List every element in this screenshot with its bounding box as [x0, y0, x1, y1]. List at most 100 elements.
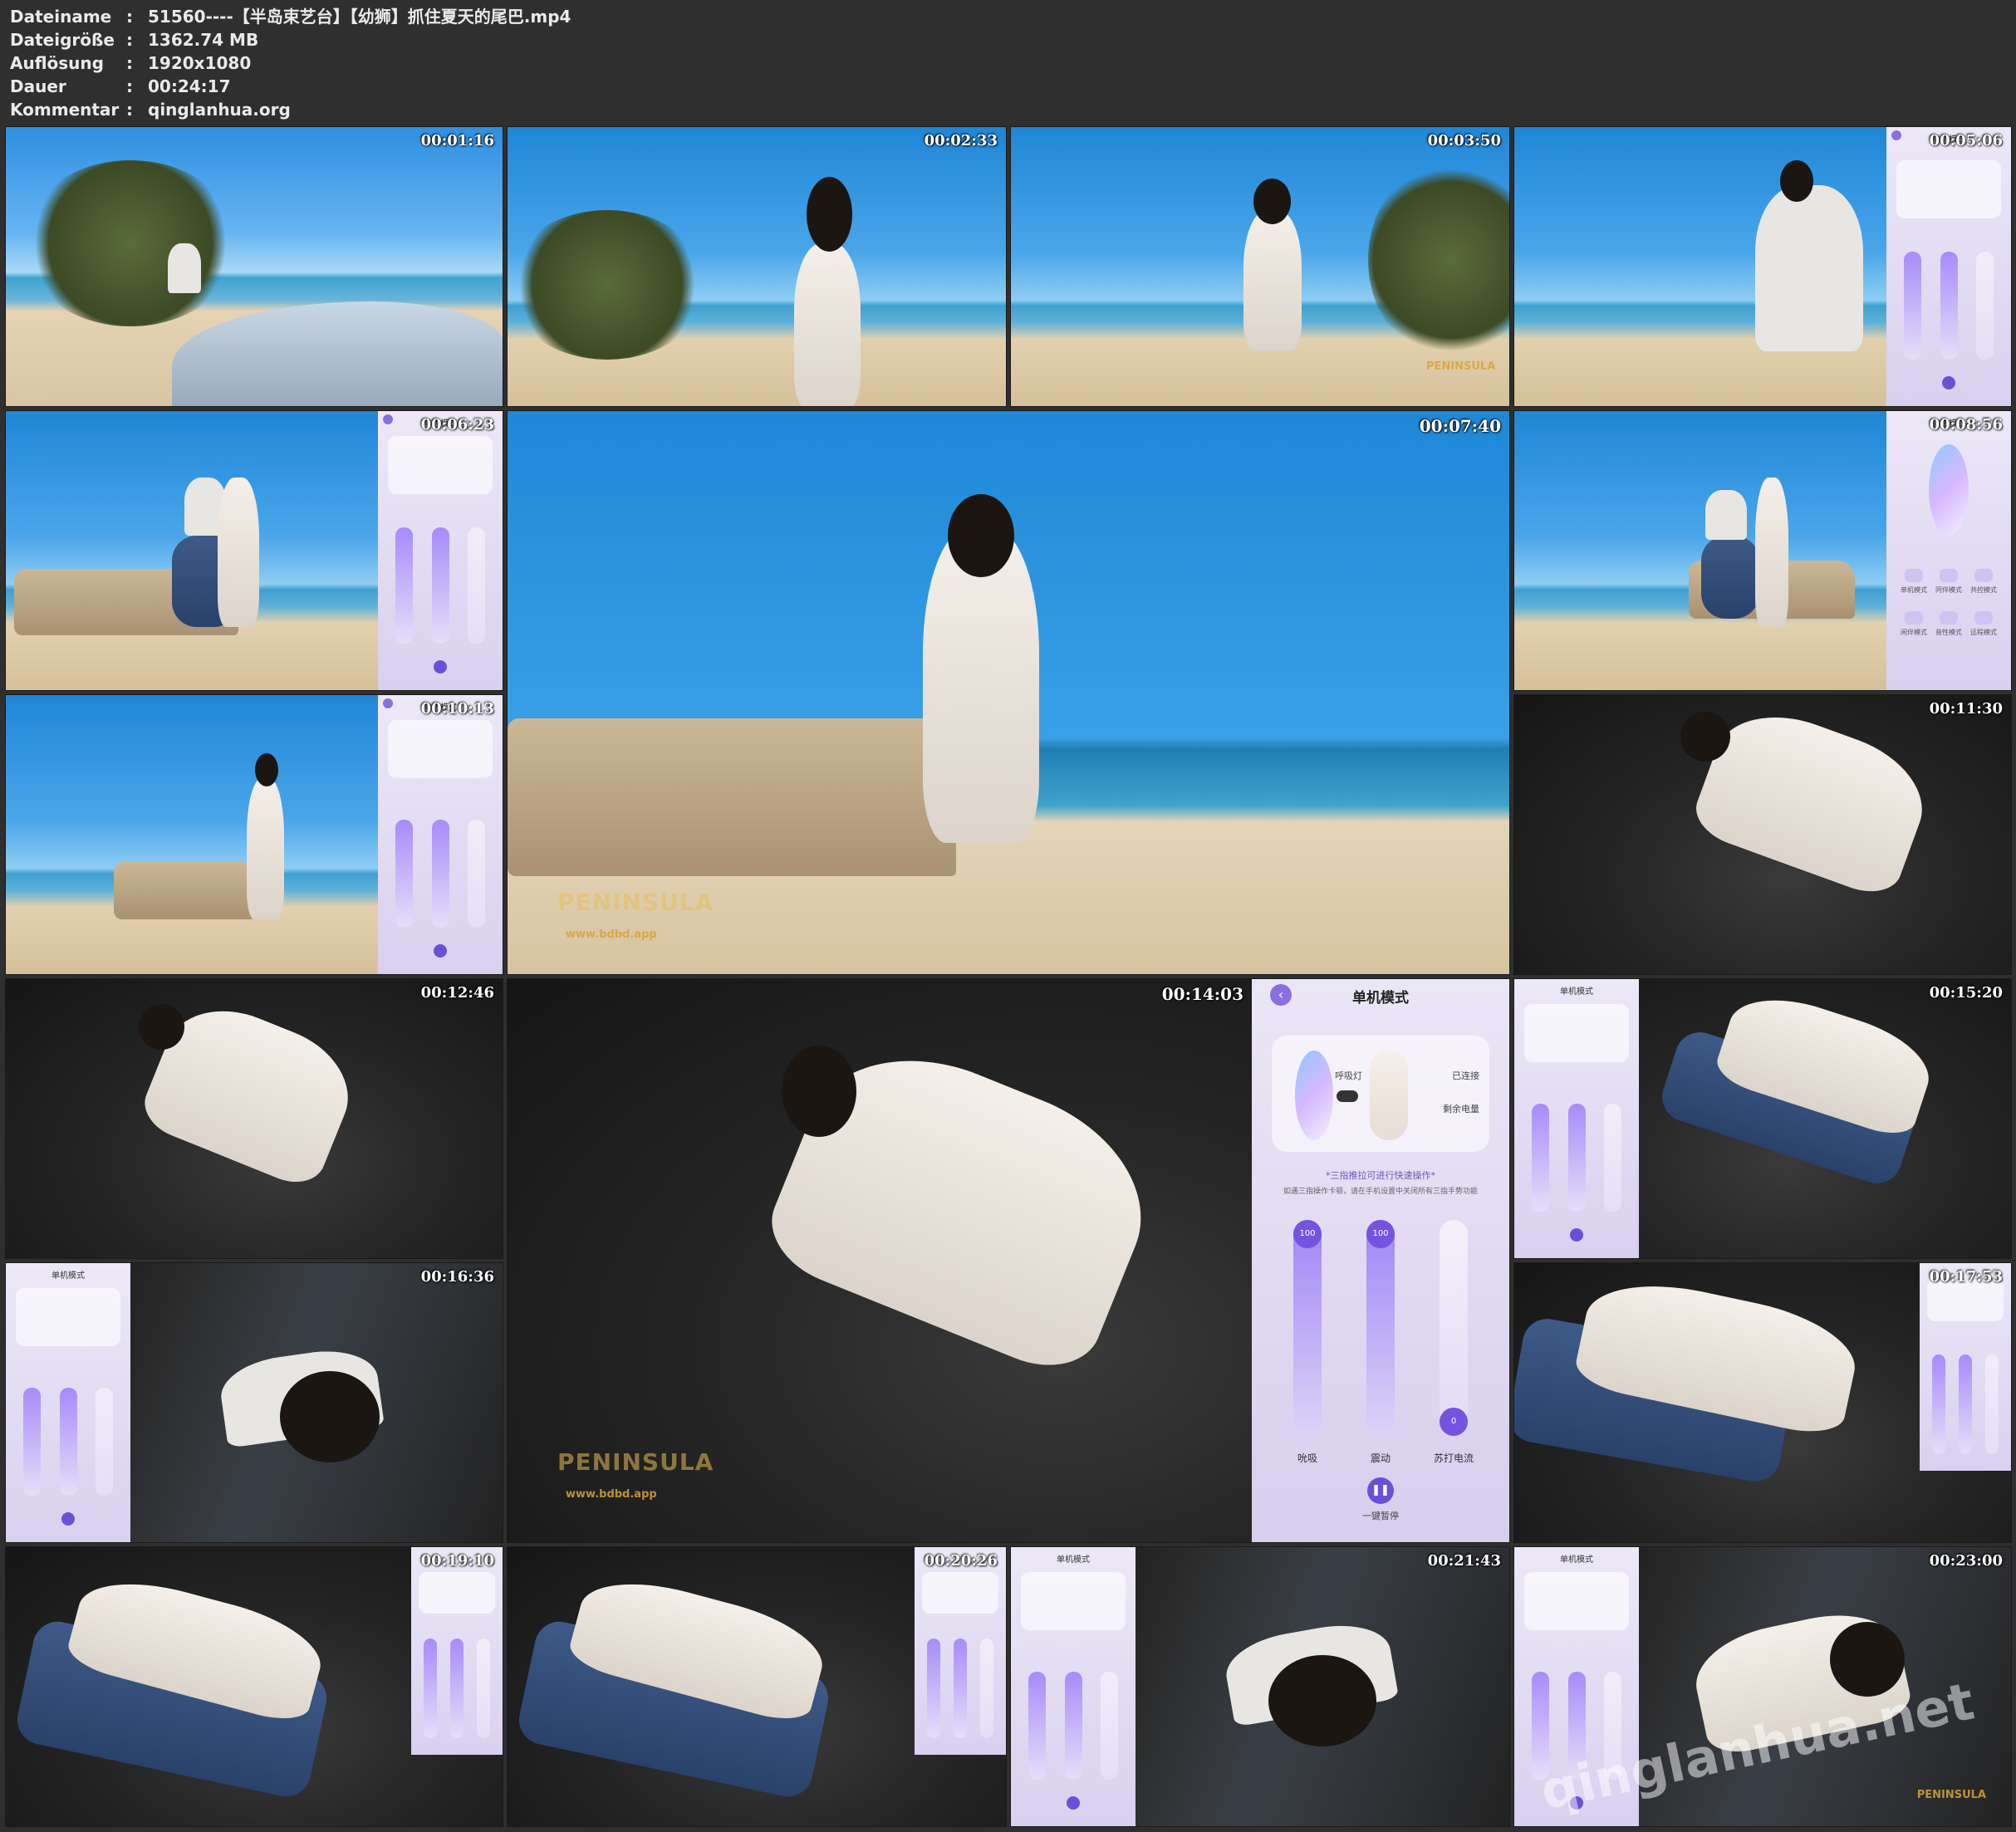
timestamp: 00:17:53	[1929, 1268, 2003, 1286]
slider-knob[interactable]: 100	[1366, 1220, 1395, 1248]
thumbnail-14[interactable]: 00:17:53	[1513, 1262, 2012, 1543]
thumbnail-11[interactable]: PENINSULA www.bdbd.app ‹ 单机模式 呼吸灯 已连接 剩余…	[507, 978, 1510, 1543]
device-card	[921, 1572, 999, 1614]
thumbnail-16[interactable]: 00:20:26	[507, 1546, 1007, 1827]
mode-icon	[1974, 569, 1993, 582]
slider-suction[interactable]	[395, 820, 413, 928]
device-card	[418, 1572, 496, 1614]
person-figure	[1755, 478, 1788, 627]
thumbnail-18[interactable]: 单机模式 PENINSULA qinglanhua.net 00:23:00	[1513, 1546, 2012, 1827]
mode-item[interactable]: 共控模式	[1966, 569, 2001, 595]
slider-vibration[interactable]: 100	[1366, 1220, 1395, 1436]
slider-current[interactable]	[1101, 1672, 1118, 1780]
thumbnail-15[interactable]: 00:19:10	[5, 1546, 503, 1827]
mode-icon	[1940, 569, 1958, 582]
slider-suction[interactable]	[424, 1639, 437, 1738]
slider-vibration[interactable]	[1567, 1104, 1586, 1212]
thumbnail-9[interactable]: 00:11:30	[1513, 694, 2012, 975]
pause-icon[interactable]: ❚❚	[1367, 1477, 1394, 1504]
slider-vibration[interactable]	[1940, 252, 1958, 360]
pause-icon[interactable]	[1570, 1228, 1583, 1242]
breath-light-label: 呼吸灯	[1335, 1070, 1362, 1081]
slider-suction[interactable]	[1532, 1104, 1549, 1212]
pause-icon[interactable]	[434, 660, 447, 674]
mode-item[interactable]: 远程模式	[1966, 611, 2001, 637]
slider-knob[interactable]: 0	[1440, 1408, 1468, 1436]
thumbnail-12[interactable]: 单机模式 00:15:20	[1513, 978, 2012, 1259]
mode-item[interactable]: 音性模式	[1931, 611, 1966, 637]
slider-suction[interactable]	[1932, 1354, 1945, 1454]
mode-item[interactable]: 闲伴模式	[1896, 611, 1931, 637]
thumbnail-1[interactable]: 00:01:16	[5, 126, 503, 407]
slider-current[interactable]	[477, 1639, 490, 1738]
info-value: qinglanhua.org	[148, 100, 291, 120]
thumbnail-10[interactable]: 00:12:46	[5, 978, 503, 1259]
info-value: 1362.74 MB	[148, 30, 259, 50]
timestamp: 00:21:43	[1427, 1552, 1501, 1570]
thumbnail-4[interactable]: 单机模式 00:05:06	[1513, 126, 2012, 407]
slider-vibration[interactable]	[450, 1639, 464, 1738]
slider-current[interactable]	[468, 527, 485, 644]
mode-label: 音性模式	[1935, 629, 1962, 636]
person-head	[280, 1371, 380, 1462]
pause-icon[interactable]	[1942, 376, 1955, 389]
slider-current[interactable]	[1985, 1354, 1999, 1454]
slider-current[interactable]: 0	[1440, 1220, 1468, 1436]
thumbnail-2[interactable]: 00:02:33	[507, 126, 1007, 407]
slider-vibration[interactable]	[1959, 1354, 1972, 1454]
mode-item[interactable]: 同伴模式	[1931, 569, 1966, 595]
mode-label: 共控模式	[1970, 586, 1997, 594]
timestamp: 00:15:20	[1929, 984, 2003, 1002]
slider-vibration[interactable]	[431, 527, 449, 644]
slider-current[interactable]	[980, 1639, 993, 1738]
thumbnail-5[interactable]: 单机模式 00:06:23	[5, 410, 503, 691]
slider-suction[interactable]	[927, 1639, 940, 1738]
device-card	[1524, 1004, 1629, 1062]
app-control-panel: 单机模式	[6, 1263, 130, 1542]
slider-suction[interactable]: 100	[1293, 1220, 1322, 1436]
pause-label: 一键暂停	[1362, 1511, 1399, 1521]
pause-icon[interactable]	[61, 1512, 75, 1526]
thumbnail-3[interactable]: PENINSULA 00:03:50	[1010, 126, 1510, 407]
slider-vibration[interactable]	[431, 820, 449, 928]
slider-knob[interactable]: 100	[1293, 1220, 1322, 1248]
thumbnail-6[interactable]: PENINSULA www.bdbd.app 00:07:40	[507, 410, 1510, 975]
person-head	[782, 1046, 856, 1137]
timestamp: 00:16:36	[420, 1268, 494, 1286]
person-figure	[1243, 210, 1302, 351]
info-row-duration: Dauer : 00:24:17	[10, 75, 2004, 98]
info-separator: :	[126, 7, 133, 27]
thumbnail-8[interactable]: 单机模式 00:10:13	[5, 694, 503, 975]
breath-light-toggle[interactable]	[1337, 1090, 1358, 1102]
app-control-panel	[915, 1547, 1006, 1755]
mode-label: 远程模式	[1970, 629, 1997, 636]
pause-icon[interactable]	[1067, 1796, 1080, 1810]
slider-vibration[interactable]	[59, 1388, 77, 1496]
slider-suction[interactable]	[23, 1388, 41, 1496]
slider-vibration[interactable]	[1064, 1672, 1082, 1780]
brand-watermark: PENINSULA	[557, 1448, 714, 1476]
slider-current[interactable]	[1976, 252, 1994, 360]
thumbnail-13[interactable]: 单机模式 00:16:36	[5, 1262, 503, 1543]
slider-vibration[interactable]	[954, 1639, 967, 1738]
person-figure	[247, 778, 284, 919]
mode-item[interactable]: 单机模式	[1896, 569, 1931, 595]
slider-suction[interactable]	[1904, 252, 1921, 360]
slider-current[interactable]	[1604, 1104, 1621, 1212]
thumbnail-7[interactable]: 自由模式 单机模式 同伴模式 共控模式 闲伴模式 音性模式 远程模式 00:08…	[1513, 410, 2012, 691]
slider-suction[interactable]	[1028, 1672, 1046, 1780]
pause-icon[interactable]	[434, 944, 447, 958]
person-head	[1780, 160, 1813, 202]
timestamp: 00:03:50	[1427, 132, 1501, 149]
timestamp: 00:19:10	[420, 1552, 494, 1570]
device-card	[1896, 160, 2001, 218]
slider-label: 震动	[1370, 1452, 1391, 1464]
slider-current[interactable]	[96, 1388, 113, 1496]
info-label: Dateigröße	[10, 30, 115, 50]
person-figure	[794, 243, 861, 406]
slider-current[interactable]	[468, 820, 485, 928]
slider-suction[interactable]	[395, 527, 413, 644]
site-watermark: www.bdbd.app	[566, 928, 657, 941]
thumbnail-17[interactable]: 单机模式 00:21:43	[1010, 1546, 1510, 1827]
app-control-panel: 单机模式	[1514, 979, 1639, 1258]
